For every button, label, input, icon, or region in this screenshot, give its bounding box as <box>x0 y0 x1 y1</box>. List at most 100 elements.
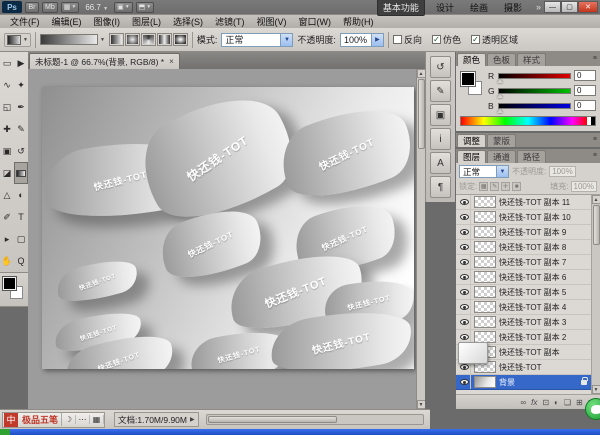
maximize-button[interactable]: ▢ <box>561 1 578 13</box>
linear-gradient-button[interactable] <box>109 33 124 46</box>
workspace-button[interactable]: 基本功能 <box>377 0 425 16</box>
type-tool[interactable]: T <box>14 206 28 228</box>
menu-item[interactable]: 滤镜(T) <box>209 15 251 28</box>
paragraph-panel-icon[interactable]: ¶ <box>430 176 451 198</box>
layer-row[interactable]: 快还钱-TOT 副本 6 <box>456 270 591 285</box>
menu-item[interactable]: 帮助(H) <box>337 15 380 28</box>
horizontal-scrollbar[interactable] <box>206 414 424 425</box>
panel-menu-icon[interactable]: ≡ <box>593 152 597 159</box>
layer-effects-icon[interactable]: fx <box>531 398 537 407</box>
launch-bridge-button[interactable]: Br <box>25 2 39 13</box>
link-layers-icon[interactable]: ∞ <box>520 398 526 407</box>
channel-value-input[interactable]: 0 <box>574 70 596 81</box>
eraser-tool[interactable]: ◪ <box>0 162 14 184</box>
layer-row[interactable]: 快还钱-TOT 副本 8 <box>456 240 591 255</box>
color-spectrum-bar[interactable] <box>460 116 596 126</box>
scrollbar-thumb[interactable] <box>418 79 425 149</box>
visibility-toggle[interactable] <box>458 195 471 209</box>
layers-panel-tab[interactable]: 图层 <box>457 150 486 163</box>
new-layer-icon[interactable]: ⊞ <box>576 398 583 407</box>
tool-preset-picker[interactable]: ▼ <box>4 33 31 47</box>
layers-scrollbar[interactable]: ▲ ▼ <box>591 195 600 394</box>
arrange-documents-button[interactable]: ▣▼ <box>114 2 133 13</box>
layer-row[interactable]: 快还钱-TOT 副本 9 <box>456 225 591 240</box>
crop-tool[interactable]: ◱ <box>0 96 14 118</box>
lock-all-icon[interactable]: ■ <box>512 182 521 191</box>
color-panel-tab[interactable]: 样式 <box>517 53 546 66</box>
adjustment-layer-icon[interactable]: ◐ <box>554 398 559 407</box>
channel-slider[interactable] <box>498 103 571 109</box>
layer-row[interactable]: 快还钱-TOT 副本 4 <box>456 300 591 315</box>
messenger-badge-icon[interactable] <box>585 398 600 420</box>
menu-item[interactable]: 选择(S) <box>167 15 209 28</box>
character-panel-icon[interactable]: A <box>430 152 451 174</box>
mini-bridge-button[interactable]: Mb <box>42 2 58 13</box>
dodge-tool[interactable]: ◐ <box>14 184 28 206</box>
slider-thumb-icon[interactable] <box>497 109 503 113</box>
minimize-button[interactable]: — <box>544 1 561 13</box>
clone-source-icon[interactable]: ▣ <box>430 104 451 126</box>
layer-thumbnail[interactable] <box>474 211 496 223</box>
reflected-gradient-button[interactable] <box>157 33 172 46</box>
layer-thumbnail[interactable] <box>474 376 496 388</box>
rectangular-marquee-tool[interactable]: ▭ <box>0 52 14 74</box>
visibility-toggle[interactable] <box>458 300 471 314</box>
vertical-scrollbar[interactable]: ▲ ▼ <box>416 69 425 409</box>
layer-thumbnail[interactable] <box>474 196 496 208</box>
menu-item[interactable]: 视图(V) <box>251 15 293 28</box>
opacity-input[interactable]: 100%▶ <box>340 33 384 47</box>
layer-mask-icon[interactable]: ⊡ <box>542 398 549 407</box>
path-selection-tool[interactable]: ▸ <box>0 228 14 250</box>
layer-group-icon[interactable]: ❏ <box>564 398 571 407</box>
angle-gradient-button[interactable] <box>141 33 156 46</box>
diamond-gradient-button[interactable] <box>173 33 188 46</box>
layer-thumbnail[interactable] <box>474 226 496 238</box>
lasso-tool[interactable]: ∿ <box>0 74 14 96</box>
layer-thumbnail[interactable] <box>474 256 496 268</box>
lock-pixels-icon[interactable]: ✎ <box>490 182 499 191</box>
slider-thumb-icon[interactable] <box>497 94 503 98</box>
layer-thumbnail[interactable] <box>474 286 496 298</box>
document-tab[interactable]: 未标题-1 @ 66.7%(背景, RGB/8) * × <box>29 53 180 69</box>
canvas-viewport[interactable]: 快还钱-TOT快还钱-TOT快还钱-TOT快还钱-TOT快还钱-TOT快还钱-T… <box>28 69 425 409</box>
healing-brush-tool[interactable]: ✚ <box>0 118 14 140</box>
radial-gradient-button[interactable] <box>125 33 140 46</box>
fill-value[interactable]: 100% <box>571 181 597 192</box>
blur-tool[interactable]: △ <box>0 184 14 206</box>
layer-row[interactable]: 背景 <box>456 375 591 390</box>
channel-slider[interactable] <box>498 73 571 79</box>
taskbar-start-fragment[interactable] <box>0 429 10 435</box>
visibility-toggle[interactable] <box>458 375 471 389</box>
panel-menu-icon[interactable]: ≡ <box>593 55 597 62</box>
info-icon[interactable]: i <box>430 128 451 150</box>
brush-presets-icon[interactable]: ✎ <box>430 80 451 102</box>
checkbox-checked[interactable]: ✓仿色 <box>432 33 461 46</box>
zoom-level[interactable]: 66.7 ▼ <box>82 3 111 12</box>
menu-item[interactable]: 窗口(W) <box>293 15 338 28</box>
scrollbar-thumb[interactable] <box>208 416 338 423</box>
scroll-up-icon[interactable]: ▲ <box>592 195 600 204</box>
layer-thumbnail[interactable] <box>474 241 496 253</box>
layer-row[interactable]: 快还钱-TOT 副本 5 <box>456 285 591 300</box>
color-panel-tab[interactable]: 颜色 <box>457 53 486 66</box>
layers-panel-tab[interactable]: 路径 <box>517 150 546 163</box>
visibility-toggle[interactable] <box>458 315 471 329</box>
clone-stamp-tool[interactable]: ▣ <box>0 140 14 162</box>
layer-blend-mode-select[interactable]: 正常▼ <box>459 165 509 178</box>
layer-thumbnail[interactable] <box>474 271 496 283</box>
pen-tool[interactable]: ✐ <box>0 206 14 228</box>
lock-transparency-icon[interactable]: ▦ <box>479 182 488 191</box>
layer-row[interactable]: 快还钱-TOT 副本 3 <box>456 315 591 330</box>
color-panel-tab[interactable]: 色板 <box>487 53 516 66</box>
checkbox-checked[interactable]: ✓透明区域 <box>471 33 518 46</box>
gradient-tool[interactable] <box>14 162 28 184</box>
view-extras-button[interactable]: ▦▼ <box>61 2 80 13</box>
scroll-up-icon[interactable]: ▲ <box>417 69 426 78</box>
canvas-document[interactable]: 快还钱-TOT快还钱-TOT快还钱-TOT快还钱-TOT快还钱-TOT快还钱-T… <box>42 87 414 369</box>
visibility-toggle[interactable] <box>458 210 471 224</box>
scroll-down-icon[interactable]: ▼ <box>417 400 426 409</box>
checkbox-unchecked[interactable]: 反向 <box>393 33 422 46</box>
history-icon[interactable]: ↺ <box>430 56 451 78</box>
workspace-button[interactable]: 绘画 <box>465 0 493 15</box>
hand-tool[interactable]: ✋ <box>0 250 14 272</box>
